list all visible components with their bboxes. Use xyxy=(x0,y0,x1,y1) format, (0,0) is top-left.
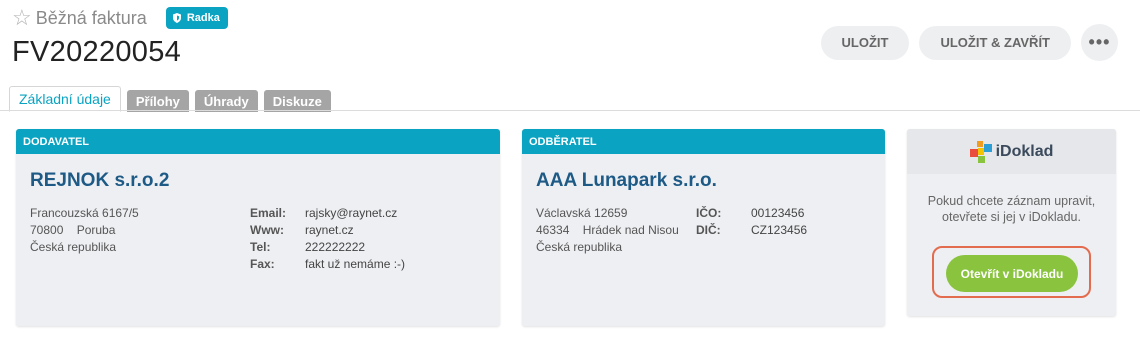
tab-bar: Základní údaje Přílohy Úhrady Diskuze xyxy=(9,86,337,112)
id-row-ico: IČO: 00123456 xyxy=(696,205,807,222)
star-icon[interactable]: ☆ xyxy=(12,7,32,29)
owner-badge: Radka xyxy=(165,7,228,29)
idoklad-panel: iDoklad Pokud chcete záznam upravit, ote… xyxy=(907,129,1116,316)
contact-row-www: Www: raynet.cz xyxy=(250,222,405,239)
contact-email-link[interactable]: rajsky@raynet.cz xyxy=(305,206,397,220)
contact-www-link[interactable]: raynet.cz xyxy=(305,223,354,237)
more-options-button[interactable]: ••• xyxy=(1081,24,1118,61)
idoklad-logo-text: iDoklad xyxy=(995,142,1054,160)
contact-fax-value: fakt už nemáme :-) xyxy=(305,257,406,271)
contact-row-email: Email: rajsky@raynet.cz xyxy=(250,205,405,222)
customer-card: ODBĚRATEL AAA Lunapark s.r.o. Václavská … xyxy=(522,129,885,326)
page-header: ☆ Běžná faktura Radka FV20220054 xyxy=(12,6,228,69)
customer-city: 46334 Hrádek nad Nisou xyxy=(536,223,679,237)
customer-heading: ODBĚRATEL xyxy=(522,129,885,154)
doc-type-row: ☆ Běžná faktura Radka xyxy=(12,6,228,30)
contact-tel-value: 222222222 xyxy=(305,240,366,254)
customer-street: Václavská 12659 xyxy=(536,206,628,220)
ico-value: 00123456 xyxy=(751,206,805,220)
contact-key: Www: xyxy=(250,223,284,237)
contact-key: Fax: xyxy=(250,257,275,271)
supplier-heading: DODAVATEL xyxy=(16,129,500,154)
id-key: DIČ: xyxy=(696,223,721,237)
doc-type-label: Běžná faktura xyxy=(35,7,147,28)
customer-address: Václavská 12659 46334 Hrádek nad Nisou Č… xyxy=(536,205,679,256)
action-bar: ULOŽIT ULOŽIT & ZAVŘÍT ••• xyxy=(811,24,1118,61)
supplier-contacts: Email: rajsky@raynet.cz Www: raynet.cz Tel… xyxy=(250,205,405,273)
more-dots-icon: ••• xyxy=(1088,32,1111,52)
tab-discussion[interactable]: Diskuze xyxy=(263,90,331,112)
tab-divider xyxy=(0,110,1140,111)
supplier-card: DODAVATEL REJNOK s.r.o.2 Francouzská 616… xyxy=(16,129,500,326)
supplier-address: Francouzská 6167/5 70800 Poruba Česká re… xyxy=(30,205,139,256)
contact-key: Tel: xyxy=(250,240,271,254)
owner-name: Radka xyxy=(186,12,220,24)
idoklad-message: Pokud chcete záznam upravit, otevřete si… xyxy=(927,194,1096,224)
customer-name[interactable]: AAA Lunapark s.r.o. xyxy=(536,170,717,192)
tab-basic-info[interactable]: Základní údaje xyxy=(9,86,121,112)
id-key: IČO: xyxy=(696,206,722,220)
save-close-button[interactable]: ULOŽIT & ZAVŘÍT xyxy=(919,25,1071,60)
customer-ids: IČO: 00123456 DIČ: CZ123456 xyxy=(696,205,807,239)
tab-payments[interactable]: Úhrady xyxy=(194,90,258,112)
customer-country: Česká republika xyxy=(536,240,623,254)
shield-icon xyxy=(172,13,181,23)
supplier-street: Francouzská 6167/5 xyxy=(30,206,139,220)
page-title: FV20220054 xyxy=(12,36,182,68)
supplier-city: 70800 Poruba xyxy=(30,223,116,237)
contact-row-fax: Fax: fakt už nemáme :-) xyxy=(250,256,405,273)
contact-key: Email: xyxy=(250,206,287,220)
idoklad-header: iDoklad xyxy=(907,129,1116,174)
contact-row-tel: Tel: 222222222 xyxy=(250,239,405,256)
tab-attachments[interactable]: Přílohy xyxy=(126,90,189,112)
supplier-name[interactable]: REJNOK s.r.o.2 xyxy=(30,170,169,192)
idoklad-logo: iDoklad xyxy=(969,140,1054,163)
save-button[interactable]: ULOŽIT xyxy=(820,25,910,60)
id-row-dic: DIČ: CZ123456 xyxy=(696,222,807,239)
idoklad-logo-icon xyxy=(969,140,992,163)
open-in-idoklad-button[interactable]: Otevřít v iDokladu xyxy=(946,255,1078,292)
supplier-country: Česká republika xyxy=(30,240,117,254)
dic-value: CZ123456 xyxy=(751,223,808,237)
